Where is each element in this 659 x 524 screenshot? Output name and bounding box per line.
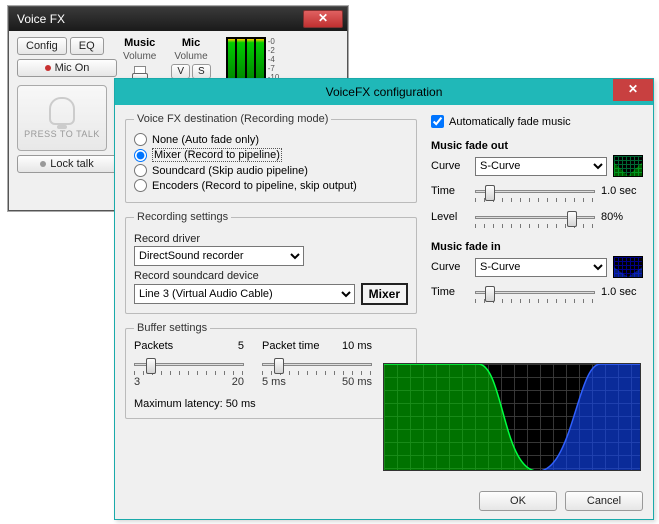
- press-to-talk-button[interactable]: PRESS TO TALK: [17, 85, 107, 151]
- packets-slider[interactable]: [134, 356, 244, 374]
- fade-out-level-value: 80%: [601, 211, 643, 223]
- mic-sublabel: Volume: [174, 51, 207, 62]
- fade-out-title: Music fade out: [431, 140, 643, 152]
- record-device-select[interactable]: Line 3 (Virtual Audio Cable): [134, 284, 355, 304]
- dest-none-radio[interactable]: [134, 133, 147, 146]
- record-icon: [45, 65, 51, 71]
- fade-in-time-slider[interactable]: [475, 284, 595, 302]
- record-driver-label: Record driver: [134, 233, 408, 245]
- recording-legend: Recording settings: [134, 211, 231, 223]
- fade-in-time-value: 1.0 sec: [601, 286, 643, 298]
- dest-mixer-label: Mixer (Record to pipeline): [152, 148, 282, 162]
- music-label: Music: [124, 37, 155, 49]
- record-device-label: Record soundcard device: [134, 270, 408, 282]
- destination-group: Voice FX destination (Recording mode) No…: [125, 113, 417, 203]
- eq-button[interactable]: EQ: [70, 37, 104, 55]
- packets-max: 20: [232, 376, 244, 388]
- mixer-button[interactable]: Mixer: [361, 283, 408, 305]
- dest-soundcard-label: Soundcard (Skip audio pipeline): [152, 165, 308, 177]
- dest-soundcard-radio[interactable]: [134, 164, 147, 177]
- voicefx-titlebar[interactable]: Voice FX ✕: [9, 7, 347, 31]
- dest-encoders-radio[interactable]: [134, 179, 147, 192]
- fade-in-curve-select[interactable]: S-Curve: [475, 258, 607, 277]
- fade-in-time-label: Time: [431, 286, 469, 298]
- config-titlebar[interactable]: VoiceFX configuration ✕: [115, 79, 653, 105]
- auto-fade-checkbox[interactable]: [431, 115, 444, 128]
- record-driver-select[interactable]: DirectSound recorder: [134, 246, 304, 266]
- packet-time-label: Packet time: [262, 340, 319, 352]
- config-button[interactable]: Config: [17, 37, 67, 55]
- ok-button[interactable]: OK: [479, 491, 557, 511]
- voicefx-title: Voice FX: [17, 12, 303, 26]
- lock-icon: [40, 161, 46, 167]
- dest-encoders-label: Encoders (Record to pipeline, skip outpu…: [152, 180, 357, 192]
- fade-out-curve-label: Curve: [431, 160, 469, 172]
- mic-on-label: Mic On: [55, 62, 90, 74]
- mic-v-button[interactable]: V: [171, 64, 190, 79]
- config-close-button[interactable]: ✕: [613, 79, 653, 101]
- fade-out-time-label: Time: [431, 185, 469, 197]
- fade-curve-preview: [383, 363, 641, 471]
- destination-legend: Voice FX destination (Recording mode): [134, 113, 331, 125]
- mic-s-button[interactable]: S: [192, 64, 211, 79]
- lock-talk-label: Lock talk: [50, 158, 93, 170]
- fade-in-section: Music fade in Curve S-Curve Time 1.0 sec: [431, 237, 643, 306]
- fade-out-level-label: Level: [431, 211, 469, 223]
- buffer-legend: Buffer settings: [134, 322, 210, 334]
- packet-time-value: 10 ms: [342, 340, 372, 352]
- mic-on-button[interactable]: Mic On: [17, 59, 117, 77]
- packet-time-min: 5 ms: [262, 376, 286, 388]
- dest-mixer-radio[interactable]: [134, 149, 147, 162]
- packets-value: 5: [238, 340, 244, 352]
- fade-out-curve-select[interactable]: S-Curve: [475, 157, 607, 176]
- dest-none-label: None (Auto fade only): [152, 134, 259, 146]
- fade-in-title: Music fade in: [431, 241, 643, 253]
- fade-out-time-value: 1.0 sec: [601, 185, 643, 197]
- auto-fade-label: Automatically fade music: [449, 116, 571, 128]
- buffer-settings-group: Buffer settings Packets 5: [125, 322, 417, 419]
- mic-label: Mic: [182, 37, 200, 49]
- fade-out-section: Music fade out Curve S-Curve Time 1.0 se…: [431, 136, 643, 231]
- packet-time-max: 50 ms: [342, 376, 372, 388]
- microphone-icon: [49, 97, 75, 125]
- music-sublabel: Volume: [123, 51, 156, 62]
- fade-out-curve-icon: [613, 155, 643, 177]
- config-window: VoiceFX configuration ✕ Voice FX destina…: [114, 78, 654, 520]
- voicefx-close-button[interactable]: ✕: [303, 10, 343, 28]
- ptt-label: PRESS TO TALK: [24, 129, 100, 139]
- fade-out-level-slider[interactable]: [475, 209, 595, 227]
- packets-min: 3: [134, 376, 140, 388]
- packet-time-slider[interactable]: [262, 356, 372, 374]
- max-latency-label: Maximum latency: 50 ms: [134, 398, 408, 410]
- fade-in-curve-label: Curve: [431, 261, 469, 273]
- packets-label: Packets: [134, 340, 173, 352]
- lock-talk-button[interactable]: Lock talk: [17, 155, 117, 173]
- fade-out-time-slider[interactable]: [475, 183, 595, 201]
- recording-settings-group: Recording settings Record driver DirectS…: [125, 211, 417, 314]
- cancel-button[interactable]: Cancel: [565, 491, 643, 511]
- fade-in-curve-icon: [613, 256, 643, 278]
- config-title: VoiceFX configuration: [326, 85, 443, 99]
